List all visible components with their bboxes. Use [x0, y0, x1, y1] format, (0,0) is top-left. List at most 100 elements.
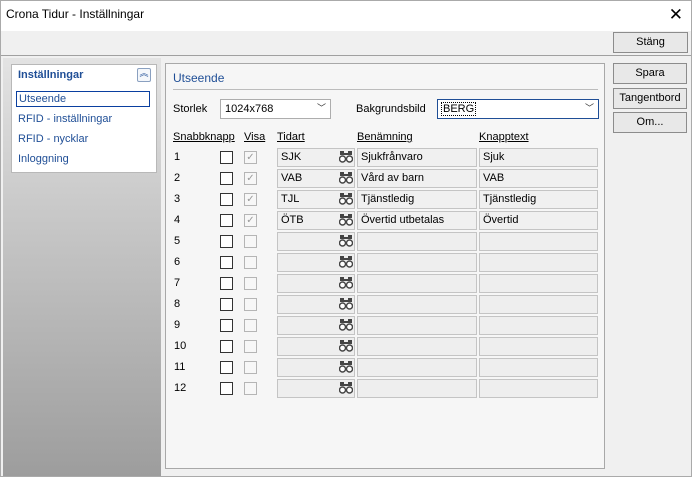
table-row: 6 — [166, 252, 606, 273]
buttontext-field[interactable]: Sjuk — [479, 148, 598, 167]
name-field[interactable] — [357, 232, 477, 251]
binoculars-icon[interactable] — [339, 339, 353, 352]
nav-panel-title: Inställningar — [18, 69, 84, 81]
keyboard-button[interactable]: Tangentbord — [613, 88, 687, 109]
buttontext-field[interactable] — [479, 253, 598, 272]
binoculars-icon[interactable] — [339, 234, 353, 247]
buttontext-value: Tjänstledig — [483, 193, 537, 205]
buttontext-field[interactable] — [479, 358, 598, 377]
buttontext-field[interactable]: VAB — [479, 169, 598, 188]
row-number: 3 — [174, 193, 181, 205]
chevron-down-icon: ﹀ — [584, 104, 594, 114]
table-row: 10 — [166, 336, 606, 357]
background-select[interactable]: BERG ﹀ — [437, 99, 599, 119]
row-number: 7 — [174, 277, 181, 289]
binoculars-icon[interactable] — [339, 150, 353, 163]
binoculars-icon[interactable] — [339, 192, 353, 205]
visa-checkbox[interactable] — [244, 319, 257, 332]
binoculars-icon[interactable] — [339, 213, 353, 226]
visa-checkbox[interactable] — [244, 256, 257, 269]
visa-checkbox[interactable] — [244, 277, 257, 290]
table-row: 12 — [166, 378, 606, 399]
timetype-value: ÖTB — [281, 214, 304, 226]
nav-item-utseende[interactable]: Utseende — [16, 91, 150, 107]
name-field[interactable]: Övertid utbetalas — [357, 211, 477, 230]
buttontext-field[interactable] — [479, 274, 598, 293]
table-row: 7 — [166, 273, 606, 294]
quick-button-checkbox[interactable] — [220, 151, 233, 164]
size-select[interactable]: 1024x768 ﹀ — [220, 99, 331, 119]
name-field[interactable] — [357, 379, 477, 398]
buttontext-value: Övertid — [483, 214, 519, 226]
collapse-icon[interactable]: ︽ — [137, 68, 151, 82]
name-field[interactable] — [357, 295, 477, 314]
binoculars-icon[interactable] — [339, 276, 353, 289]
timetype-value: SJK — [281, 151, 302, 163]
quick-button-checkbox[interactable] — [220, 214, 233, 227]
binoculars-icon[interactable] — [339, 360, 353, 373]
title-bar: Crona Tidur - Inställningar ✕ — [1, 1, 691, 31]
table-row: 1 ✓ SJK Sjukfrånvaro Sjuk — [166, 147, 606, 168]
name-field[interactable] — [357, 253, 477, 272]
binoculars-icon[interactable] — [339, 381, 353, 394]
quick-button-checkbox[interactable] — [220, 235, 233, 248]
settings-window: Crona Tidur - Inställningar ✕ Stäng Inst… — [0, 0, 692, 477]
quick-button-checkbox[interactable] — [220, 193, 233, 206]
buttontext-field[interactable]: Tjänstledig — [479, 190, 598, 209]
visa-checkbox[interactable]: ✓ — [244, 151, 257, 164]
buttontext-field[interactable] — [479, 232, 598, 251]
binoculars-icon[interactable] — [339, 255, 353, 268]
section-title: Utseende — [173, 71, 225, 85]
visa-checkbox[interactable] — [244, 298, 257, 311]
about-button[interactable]: Om... — [613, 112, 687, 133]
name-field[interactable] — [357, 358, 477, 377]
table-row: 5 — [166, 231, 606, 252]
name-field[interactable]: Sjukfrånvaro — [357, 148, 477, 167]
col-header-timetype: Tidart — [277, 131, 305, 143]
close-button[interactable]: Stäng — [613, 32, 688, 53]
visa-checkbox[interactable] — [244, 361, 257, 374]
buttontext-field[interactable] — [479, 295, 598, 314]
quick-button-checkbox[interactable] — [220, 277, 233, 290]
buttontext-field[interactable] — [479, 337, 598, 356]
save-button[interactable]: Spara — [613, 63, 687, 84]
buttontext-field[interactable] — [479, 379, 598, 398]
buttontext-field[interactable]: Övertid — [479, 211, 598, 230]
size-label: Storlek — [173, 103, 208, 115]
nav-item-login[interactable]: Inloggning — [16, 152, 150, 168]
visa-checkbox[interactable]: ✓ — [244, 193, 257, 206]
nav-item-rfid-settings[interactable]: RFID - inställningar — [16, 112, 150, 128]
quick-button-checkbox[interactable] — [220, 340, 233, 353]
quick-button-checkbox[interactable] — [220, 298, 233, 311]
name-field[interactable]: Tjänstledig — [357, 190, 477, 209]
quick-button-checkbox[interactable] — [220, 382, 233, 395]
binoculars-icon[interactable] — [339, 318, 353, 331]
name-field[interactable] — [357, 316, 477, 335]
visa-checkbox[interactable]: ✓ — [244, 214, 257, 227]
row-number: 2 — [174, 172, 181, 184]
name-field[interactable] — [357, 274, 477, 293]
quick-button-checkbox[interactable] — [220, 172, 233, 185]
buttontext-value: Sjuk — [483, 151, 505, 163]
binoculars-icon[interactable] — [339, 297, 353, 310]
visa-checkbox[interactable] — [244, 382, 257, 395]
name-field[interactable]: Vård av barn — [357, 169, 477, 188]
binoculars-icon[interactable] — [339, 171, 353, 184]
table-row: 8 — [166, 294, 606, 315]
col-header-buttontext: Knapptext — [479, 131, 529, 143]
row-number: 10 — [174, 340, 187, 352]
name-value: Vård av barn — [361, 172, 424, 184]
quick-button-checkbox[interactable] — [220, 361, 233, 374]
visa-checkbox[interactable] — [244, 235, 257, 248]
quick-button-checkbox[interactable] — [220, 319, 233, 332]
visa-checkbox[interactable] — [244, 340, 257, 353]
name-value: Tjänstledig — [361, 193, 415, 205]
sidebar: Inställningar ︽ Utseende RFID - inställn… — [3, 58, 161, 476]
buttontext-field[interactable] — [479, 316, 598, 335]
size-select-value: 1024x768 — [225, 103, 274, 115]
nav-item-rfid-keys[interactable]: RFID - nycklar — [16, 132, 150, 148]
close-icon[interactable]: ✕ — [669, 5, 683, 25]
quick-button-checkbox[interactable] — [220, 256, 233, 269]
visa-checkbox[interactable]: ✓ — [244, 172, 257, 185]
name-field[interactable] — [357, 337, 477, 356]
